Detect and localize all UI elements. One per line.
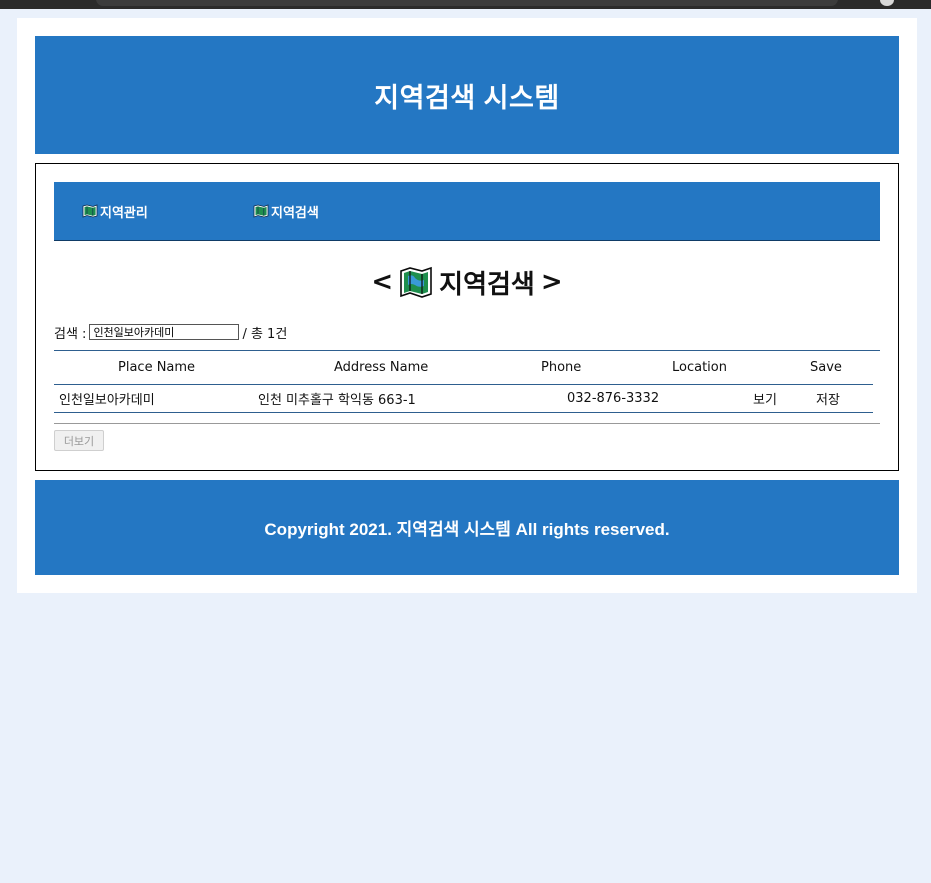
table-header: Place Name Address Name Phone Location S… [54, 351, 873, 385]
header-place-name: Place Name [118, 360, 196, 375]
header-location: Location [672, 360, 727, 375]
content-area: 지역관리 지역검색 < 지역검색 > 검색 : 인천일보아카데미 / 총 1건 … [35, 163, 899, 471]
page-title: < 지역검색 > [36, 264, 898, 300]
search-label: 검색 : [54, 326, 87, 342]
footer-copyright: Copyright 2021. 지역검색 시스템 All rights rese… [264, 520, 670, 539]
site-header: 지역검색 시스템 [35, 36, 899, 154]
map-icon [82, 204, 98, 218]
nav-bar: 지역관리 지역검색 [54, 182, 880, 241]
result-count: / 총 1건 [242, 326, 288, 342]
location-view-link[interactable]: 보기 [753, 384, 777, 412]
table-row: 인천일보아카데미 인천 미추홀구 학익동 663-1 032-876-3332 … [54, 384, 873, 413]
cell-phone: 032-876-3332 [567, 390, 660, 406]
map-icon [400, 266, 432, 298]
nav-item-region-search[interactable]: 지역검색 [253, 202, 319, 221]
page-title-open: < [371, 267, 394, 297]
site-title: 지역검색 시스템 [374, 82, 560, 113]
result-table: Place Name Address Name Phone Location S… [54, 350, 880, 424]
page-container: 지역검색 시스템 지역관리 지역검색 < 지역검색 > 검색: 인천일보아카데… [17, 18, 917, 593]
cell-place-name: 인천일보아카데미 [59, 392, 155, 408]
browser-top-bar [0, 0, 931, 9]
more-button[interactable]: 더보기 [54, 430, 104, 451]
cell-address-name: 인천 미추홀구 학익동 663-1 [258, 392, 416, 408]
site-footer: Copyright 2021. 지역검색 시스템 All rights rese… [35, 480, 899, 575]
address-bar[interactable] [96, 0, 838, 6]
nav-item-label: 지역검색 [271, 205, 319, 221]
search-input[interactable] [89, 324, 240, 340]
search-row: 검색 : / 총 1건 [54, 322, 287, 342]
header-save: Save [810, 360, 842, 375]
nav-item-region-management[interactable]: 지역관리 [82, 202, 148, 221]
header-phone: Phone [541, 360, 582, 375]
nav-item-label: 지역관리 [100, 205, 148, 221]
map-icon [253, 204, 269, 218]
page-title-close: > [540, 267, 563, 297]
header-address-name: Address Name [334, 360, 429, 375]
profile-icon[interactable] [880, 0, 894, 6]
save-link[interactable]: 저장 [816, 384, 840, 412]
page-title-text: 지역검색 [439, 269, 535, 300]
